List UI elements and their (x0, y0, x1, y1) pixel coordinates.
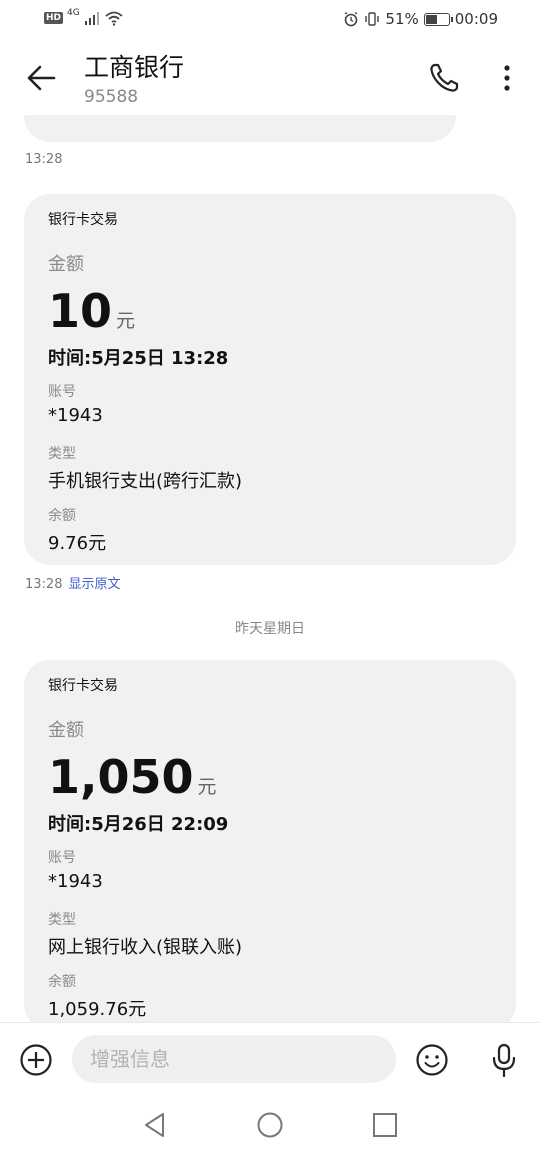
message-thread[interactable]: 13:28 银行卡交易 金额 10 元 时间:5月25日 13:28 账号 *1… (0, 115, 540, 1022)
screen: HD 4G 51% 00:09 工商银行 95588 13:28 银行卡交易 金… (0, 0, 540, 1156)
card-title: 银行卡交易 (48, 212, 118, 228)
phone-icon[interactable] (424, 58, 464, 98)
alarm-icon (345, 11, 358, 27)
contact-name: 工商银行 (84, 53, 185, 82)
clock: 00:09 (454, 10, 498, 28)
nav-back-icon[interactable] (140, 1110, 170, 1140)
status-left: HD 4G (44, 8, 124, 26)
card-title: 银行卡交易 (48, 678, 118, 694)
previous-message-bubble[interactable] (24, 115, 456, 142)
account-label: 账号 (48, 384, 76, 400)
nav-home-icon[interactable] (255, 1110, 285, 1140)
transaction-time: 时间:5月25日 13:28 (48, 348, 229, 369)
type-value: 手机银行支出(跨行汇款) (48, 471, 243, 492)
balance-label: 余额 (48, 508, 76, 524)
network-type: 4G (67, 8, 80, 18)
battery-percent: 51% (385, 10, 419, 28)
compose-bar (0, 1022, 540, 1094)
add-circle-icon[interactable] (18, 1042, 54, 1078)
account-value: *1943 (48, 405, 103, 426)
status-right: 51% 00:09 (343, 10, 498, 28)
type-label: 类型 (48, 446, 76, 462)
amount-unit: 元 (116, 310, 136, 332)
message-input[interactable] (72, 1035, 396, 1083)
message-bubble[interactable]: 银行卡交易 金额 10 元 时间:5月25日 13:28 账号 *1943 类型… (24, 194, 516, 565)
vibrate-icon (365, 12, 380, 26)
conversation-header: 工商银行 95588 (0, 40, 540, 115)
balance-label: 余额 (48, 974, 76, 990)
message-time: 13:28 (25, 152, 63, 167)
microphone-icon[interactable] (488, 1042, 520, 1078)
amount-label: 金额 (48, 254, 84, 275)
message-bubble[interactable]: 银行卡交易 金额 1,050 元 时间:5月26日 22:09 账号 *1943… (24, 660, 516, 1022)
message-footer: 13:28 显示原文 (25, 573, 120, 592)
signal-icon (84, 12, 99, 25)
more-vertical-icon[interactable] (490, 58, 524, 98)
amount-unit: 元 (197, 776, 217, 798)
amount-row: 10 元 (48, 284, 135, 338)
message-time: 13:28 (25, 577, 63, 592)
balance-value: 1,059.76元 (48, 999, 147, 1020)
system-navigation-bar (0, 1094, 540, 1156)
type-label: 类型 (48, 912, 76, 928)
emoji-icon[interactable] (414, 1042, 450, 1078)
balance-value: 9.76元 (48, 533, 107, 554)
battery-icon (423, 12, 453, 26)
account-label: 账号 (48, 850, 76, 866)
amount-label: 金额 (48, 720, 84, 741)
hd-badge: HD (44, 12, 64, 24)
contact-number: 95588 (84, 87, 139, 107)
status-bar: HD 4G 51% 00:09 (0, 0, 540, 40)
transaction-time: 时间:5月26日 22:09 (48, 814, 229, 835)
amount-row: 1,050 元 (48, 750, 217, 804)
date-separator: 昨天星期日 (235, 621, 305, 637)
account-value: *1943 (48, 871, 103, 892)
show-original-link[interactable]: 显示原文 (68, 577, 120, 592)
amount-value: 1,050 (48, 750, 194, 804)
type-value: 网上银行收入(银联入账) (48, 937, 243, 958)
battery-fill (425, 14, 437, 24)
wifi-icon (105, 11, 123, 26)
amount-value: 10 (48, 284, 113, 338)
arrow-left-icon[interactable] (22, 58, 62, 98)
nav-recent-icon[interactable] (370, 1110, 400, 1140)
